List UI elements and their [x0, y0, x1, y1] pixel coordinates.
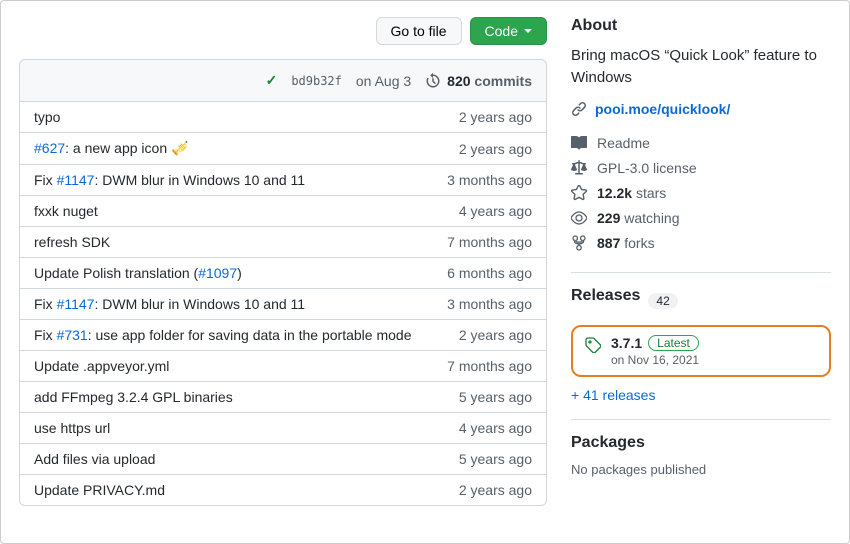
- link-icon: [571, 101, 587, 117]
- commit-date: on Aug 3: [356, 73, 411, 89]
- license-link[interactable]: GPL-3.0 license: [571, 156, 831, 181]
- commit-time: 3 months ago: [447, 296, 532, 312]
- table-row: typo 2 years ago: [20, 102, 546, 132]
- forks-count: 887: [597, 235, 620, 251]
- chevron-down-icon: [524, 29, 532, 33]
- commit-message[interactable]: refresh SDK: [34, 234, 110, 250]
- commit-time: 5 years ago: [459, 451, 532, 467]
- release-version: 3.7.1: [611, 335, 642, 351]
- stars-count: 12.2k: [597, 185, 632, 201]
- commit-message[interactable]: #627: a new app icon 🎺: [34, 140, 188, 157]
- table-row: refresh SDK 7 months ago: [20, 226, 546, 257]
- law-icon: [571, 160, 587, 176]
- commit-message[interactable]: add FFmpeg 3.2.4 GPL binaries: [34, 389, 233, 405]
- top-actions: Go to file Code: [19, 17, 547, 45]
- commit-message[interactable]: Add files via upload: [34, 451, 155, 467]
- commit-time: 6 months ago: [447, 265, 532, 281]
- releases-count: 42: [648, 293, 677, 309]
- commit-time: 2 years ago: [459, 482, 532, 498]
- code-dropdown-button[interactable]: Code: [470, 17, 547, 45]
- watching-count: 229: [597, 210, 620, 226]
- table-row: Fix #1147: DWM blur in Windows 10 and 11…: [20, 288, 546, 319]
- latest-badge: Latest: [648, 335, 699, 351]
- license-label: GPL-3.0 license: [597, 160, 697, 176]
- commit-message[interactable]: Update Polish translation (#1097): [34, 265, 242, 281]
- eye-icon: [571, 210, 587, 226]
- commit-message[interactable]: Update PRIVACY.md: [34, 482, 165, 498]
- commit-message[interactable]: use https url: [34, 420, 110, 436]
- divider: [571, 419, 831, 420]
- commit-time: 4 years ago: [459, 203, 532, 219]
- latest-release[interactable]: 3.7.1 Latest on Nov 16, 2021: [571, 325, 831, 377]
- about-description: Bring macOS “Quick Look” feature to Wind…: [571, 45, 831, 89]
- table-row: Fix #1147: DWM blur in Windows 10 and 11…: [20, 164, 546, 195]
- packages-message: No packages published: [571, 462, 831, 477]
- commit-time: 7 months ago: [447, 358, 532, 374]
- commit-time: 7 months ago: [447, 234, 532, 250]
- commit-time: 2 years ago: [459, 141, 532, 157]
- table-row: add FFmpeg 3.2.4 GPL binaries 5 years ago: [20, 381, 546, 412]
- commit-message[interactable]: Update .appveyor.yml: [34, 358, 169, 374]
- commits-label: commits: [474, 73, 532, 89]
- forks-label: forks: [624, 235, 654, 251]
- table-row: Update Polish translation (#1097) 6 month…: [20, 257, 546, 288]
- commit-time: 3 months ago: [447, 172, 532, 188]
- table-row: Fix #731: use app folder for saving data…: [20, 319, 546, 350]
- commits-link[interactable]: 820 commits: [425, 73, 532, 89]
- fork-icon: [571, 235, 587, 251]
- commit-time: 2 years ago: [459, 327, 532, 343]
- table-row: Update .appveyor.yml 7 months ago: [20, 350, 546, 381]
- readme-label: Readme: [597, 135, 650, 151]
- release-date: on Nov 16, 2021: [611, 353, 699, 367]
- table-row: Add files via upload 5 years ago: [20, 443, 546, 474]
- issue-link[interactable]: #627: [34, 140, 65, 156]
- commit-message[interactable]: Fix #731: use app folder for saving data…: [34, 327, 411, 343]
- commit-message[interactable]: fxxk nuget: [34, 203, 98, 219]
- book-icon: [571, 135, 587, 151]
- history-icon: [425, 73, 441, 89]
- commit-time: 4 years ago: [459, 420, 532, 436]
- commit-time: 5 years ago: [459, 389, 532, 405]
- divider: [571, 272, 831, 273]
- stars-link[interactable]: 12.2k stars: [571, 181, 831, 206]
- tag-icon: [585, 337, 601, 353]
- sidebar: About Bring macOS “Quick Look” feature t…: [571, 17, 831, 543]
- about-heading: About: [571, 17, 831, 35]
- forks-link[interactable]: 887 forks: [571, 231, 831, 256]
- table-row: use https url 4 years ago: [20, 412, 546, 443]
- releases-heading[interactable]: Releases: [571, 287, 640, 305]
- star-icon: [571, 185, 587, 201]
- table-row: #627: a new app icon 🎺 2 years ago: [20, 132, 546, 164]
- more-releases-link[interactable]: + 41 releases: [571, 387, 655, 403]
- stars-label: stars: [636, 185, 666, 201]
- packages-heading[interactable]: Packages: [571, 434, 831, 452]
- issue-link[interactable]: #1147: [57, 296, 95, 312]
- issue-link[interactable]: #1097: [198, 265, 237, 281]
- latest-commit-bar: ✓ bd9b32f on Aug 3 820 commits: [19, 59, 547, 102]
- table-row: fxxk nuget 4 years ago: [20, 195, 546, 226]
- issue-link[interactable]: #1147: [57, 172, 95, 188]
- watching-label: watching: [624, 210, 679, 226]
- commit-message[interactable]: typo: [34, 109, 60, 125]
- issue-link[interactable]: #731: [57, 327, 88, 343]
- commit-time: 2 years ago: [459, 109, 532, 125]
- commits-count: 820: [447, 73, 470, 89]
- commit-message[interactable]: Fix #1147: DWM blur in Windows 10 and 11: [34, 172, 305, 188]
- homepage-link[interactable]: pooi.moe/quicklook/: [595, 101, 730, 117]
- commit-message[interactable]: Fix #1147: DWM blur in Windows 10 and 11: [34, 296, 305, 312]
- code-label: Code: [485, 23, 518, 39]
- readme-link[interactable]: Readme: [571, 131, 831, 156]
- file-list: typo 2 years ago #627: a new app icon 🎺 2 y…: [19, 102, 547, 506]
- table-row: Update PRIVACY.md 2 years ago: [20, 474, 546, 505]
- watching-link[interactable]: 229 watching: [571, 206, 831, 231]
- go-to-file-button[interactable]: Go to file: [376, 17, 462, 45]
- commit-hash[interactable]: bd9b32f: [291, 74, 342, 88]
- check-icon: ✓: [266, 72, 278, 89]
